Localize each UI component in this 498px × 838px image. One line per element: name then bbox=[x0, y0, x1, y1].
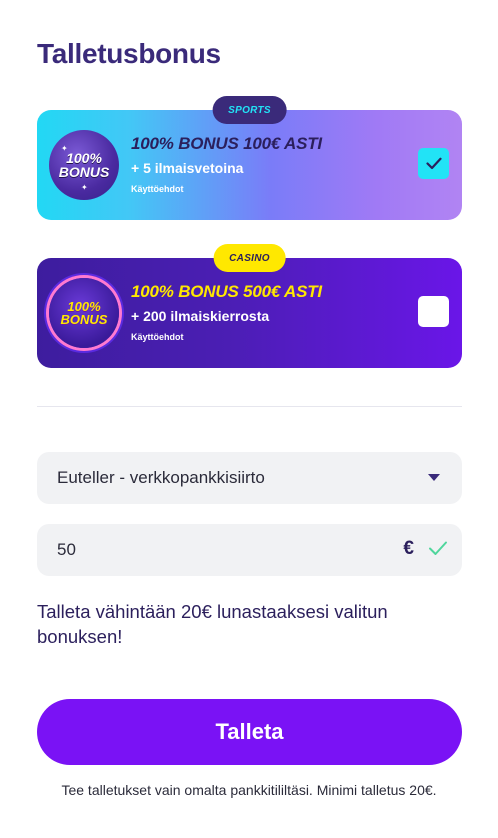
casino-tag: CASINO bbox=[213, 244, 286, 272]
terms-link[interactable]: Käyttöehdot bbox=[131, 332, 402, 342]
amount-value: 50 bbox=[57, 540, 76, 559]
sparkle-icon: ✦ bbox=[61, 144, 68, 153]
bonus-badge-sports: ✦ ✦ 100% BONUS bbox=[49, 130, 119, 200]
check-icon bbox=[425, 157, 442, 170]
payment-method-value: Euteller - verkkopankkisiirto bbox=[57, 468, 265, 487]
sports-tag: SPORTS bbox=[212, 96, 287, 124]
bonus-subline: + 200 ilmaiskierrosta bbox=[131, 308, 270, 324]
chevron-down-icon bbox=[428, 474, 440, 481]
page-title: Talletusbonus bbox=[37, 38, 221, 69]
footnote: Tee talletukset vain omalta pankkitililt… bbox=[61, 782, 437, 798]
bonus-headline: 100% BONUS 100€ ASTI bbox=[131, 134, 322, 153]
amount-input[interactable]: 50 € bbox=[37, 524, 462, 576]
terms-link[interactable]: Käyttöehdot bbox=[131, 184, 402, 194]
divider bbox=[37, 406, 462, 407]
badge-label: BONUS bbox=[60, 312, 108, 327]
currency-symbol: € bbox=[403, 538, 414, 559]
bonus-subline: + 5 ilmaisvetoina bbox=[131, 160, 244, 176]
deposit-button[interactable]: Talleta bbox=[37, 699, 462, 765]
sparkle-icon: ✦ bbox=[81, 183, 88, 192]
checkmark-icon bbox=[429, 541, 447, 555]
bonus-checkbox-casino[interactable] bbox=[418, 296, 449, 327]
deposit-hint: Talleta vähintään 20€ lunastaaksesi vali… bbox=[37, 601, 388, 647]
badge-label: BONUS bbox=[58, 164, 110, 180]
bonus-headline: 100% BONUS 500€ ASTI bbox=[131, 282, 322, 301]
payment-method-select[interactable]: Euteller - verkkopankkisiirto bbox=[37, 452, 462, 504]
badge-percent: 100% bbox=[66, 150, 102, 166]
bonus-card-sports[interactable]: SPORTS ✦ ✦ 100% BONUS 100% BONUS 100€ AS… bbox=[37, 96, 462, 220]
bonus-card-casino[interactable]: CASINO 100% BONUS 100% BONUS 500€ ASTI +… bbox=[37, 244, 462, 368]
bonus-badge-casino: 100% BONUS bbox=[49, 278, 119, 348]
bonus-checkbox-sports[interactable] bbox=[418, 148, 449, 179]
